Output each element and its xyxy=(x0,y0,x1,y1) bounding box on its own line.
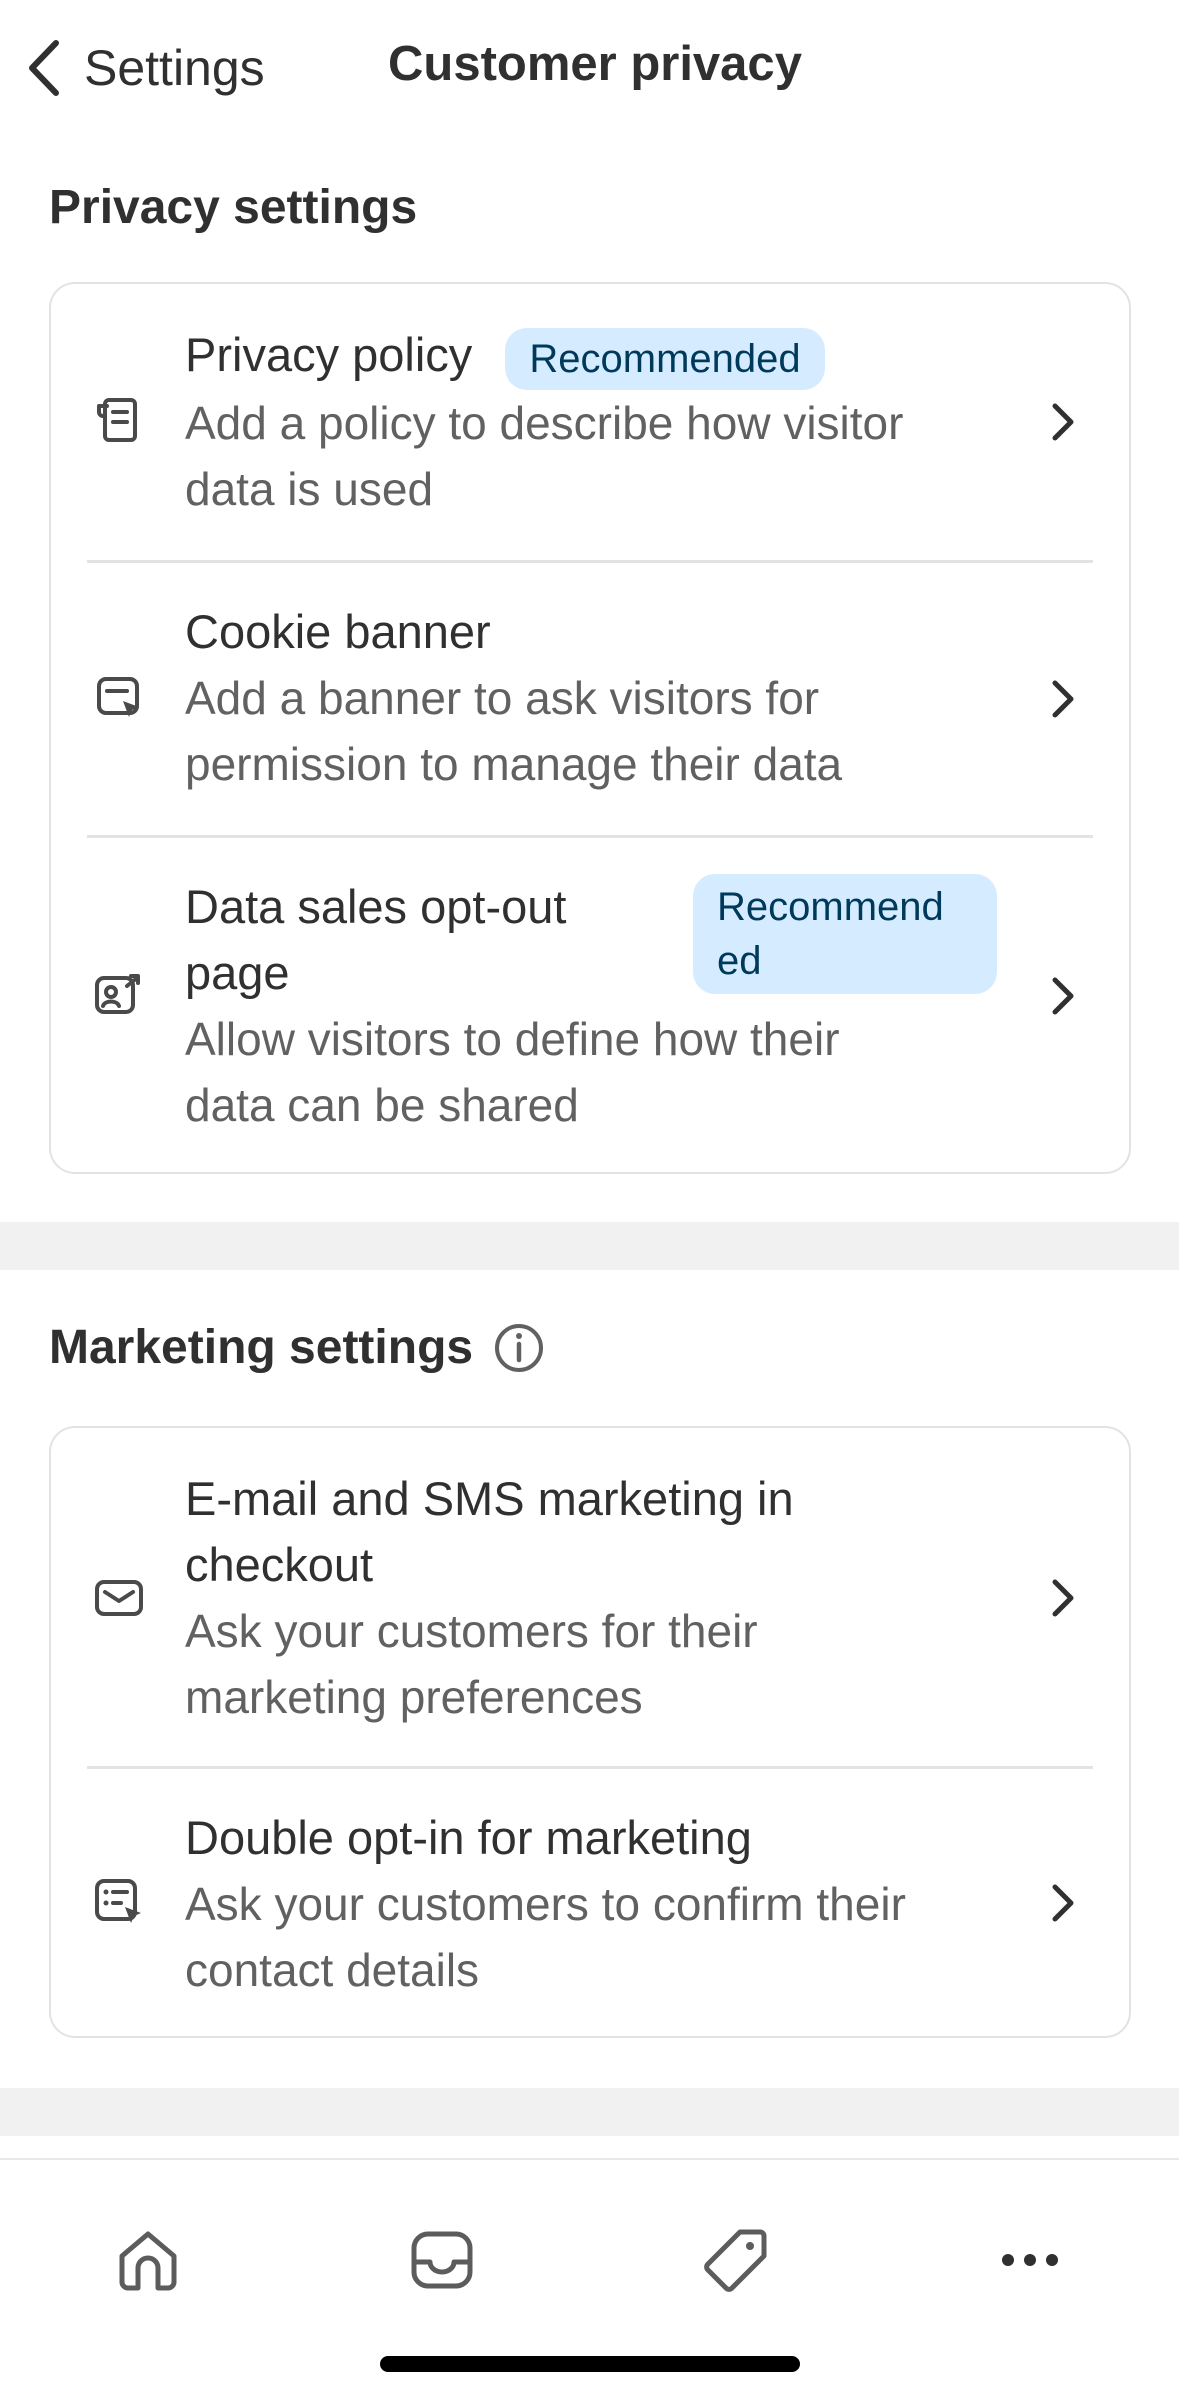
badge-line-2: ed xyxy=(717,939,762,983)
data-sharing-icon xyxy=(91,966,147,1022)
cookie-banner-row[interactable]: Cookie banner Add a banner to ask visito… xyxy=(51,563,1129,835)
double-opt-in-row[interactable]: Double opt-in for marketing Ask your cus… xyxy=(51,1769,1129,2036)
cookie-banner-desc-1: Add a banner to ask visitors for xyxy=(185,672,820,724)
email-sms-desc-2: marketing preferences xyxy=(185,1671,643,1723)
marketing-settings-card: E-mail and SMS marketing in checkout Ask… xyxy=(49,1426,1131,2038)
privacy-policy-row[interactable]: Privacy policy Recommended Add a policy … xyxy=(51,284,1129,560)
envelope-icon xyxy=(91,1570,147,1626)
header: Settings Customer privacy xyxy=(0,0,1179,140)
double-opt-in-text: Double opt-in for marketing Ask your cus… xyxy=(185,1805,1009,2003)
recommended-badge: Recommend ed xyxy=(693,874,997,994)
recommended-badge: Recommended xyxy=(505,327,825,390)
section-separator xyxy=(0,1222,1179,1270)
cookie-banner-icon xyxy=(91,669,147,725)
data-sales-title-block: Data sales opt-out page Recommend ed xyxy=(185,874,1009,1006)
privacy-policy-title: Privacy policy xyxy=(185,328,473,381)
privacy-policy-text: Privacy policy Recommended Add a policy … xyxy=(185,322,1009,522)
double-opt-in-desc-1: Ask your customers to confirm their xyxy=(185,1878,906,1930)
home-icon xyxy=(119,2231,177,2291)
chevron-right-icon xyxy=(1045,677,1081,721)
badge-line-1: Recommend xyxy=(717,885,944,929)
cookie-banner-title: Cookie banner xyxy=(185,605,491,658)
privacy-policy-desc-1: Add a policy to describe how visitor xyxy=(185,396,904,449)
section-separator xyxy=(0,2088,1179,2136)
chevron-left-icon xyxy=(29,40,59,96)
info-icon[interactable] xyxy=(493,1322,545,1374)
form-checklist-icon xyxy=(91,1873,147,1929)
privacy-section-title: Privacy settings xyxy=(49,180,417,235)
tab-products[interactable] xyxy=(686,2210,786,2310)
data-sales-opt-out-row[interactable]: Data sales opt-out page Recommend ed All… xyxy=(51,838,1129,1172)
email-sms-text: E-mail and SMS marketing in checkout Ask… xyxy=(185,1466,1009,1730)
privacy-policy-desc-2: data is used xyxy=(185,462,434,515)
email-sms-title-1: E-mail and SMS marketing in xyxy=(185,1472,794,1525)
chevron-right-icon xyxy=(1045,400,1081,444)
more-icon xyxy=(1002,2254,1058,2266)
email-sms-desc-1: Ask your customers for their xyxy=(185,1605,758,1657)
data-sales-text: Data sales opt-out page Recommend ed All… xyxy=(185,874,1009,1138)
double-opt-in-desc-2: contact details xyxy=(185,1944,480,1996)
marketing-section-title: Marketing settings xyxy=(49,1320,545,1375)
tab-inbox[interactable] xyxy=(392,2210,492,2310)
cookie-banner-desc-2: permission to manage their data xyxy=(185,738,843,790)
tab-home[interactable] xyxy=(98,2210,198,2310)
policy-document-icon xyxy=(91,392,147,448)
tab-more[interactable] xyxy=(980,2210,1080,2310)
cookie-banner-text: Cookie banner Add a banner to ask visito… xyxy=(185,599,1009,797)
page-title: Customer privacy xyxy=(388,37,802,91)
tag-icon xyxy=(704,2229,767,2292)
customer-privacy-screen: Settings Customer privacy Privacy settin… xyxy=(0,0,1179,2396)
chevron-right-icon xyxy=(1045,1881,1081,1925)
chevron-right-icon xyxy=(1045,974,1081,1018)
back-label: Settings xyxy=(84,40,265,96)
privacy-settings-card: Privacy policy Recommended Add a policy … xyxy=(49,282,1131,1174)
marketing-section-title-text: Marketing settings xyxy=(49,1321,474,1374)
data-sales-desc-1: Allow visitors to define how their xyxy=(185,1013,840,1065)
inbox-icon xyxy=(411,2231,473,2289)
email-sms-marketing-row[interactable]: E-mail and SMS marketing in checkout Ask… xyxy=(51,1428,1129,1766)
data-sales-desc-2: data can be shared xyxy=(185,1079,579,1131)
chevron-right-icon xyxy=(1045,1576,1081,1620)
back-button[interactable]: Settings xyxy=(24,30,265,106)
email-sms-title-2: checkout xyxy=(185,1538,374,1591)
privacy-section-title-text: Privacy settings xyxy=(49,181,418,234)
home-indicator xyxy=(380,2356,800,2372)
double-opt-in-title: Double opt-in for marketing xyxy=(185,1811,752,1864)
privacy-policy-title-line: Privacy policy Recommended xyxy=(185,322,1009,390)
